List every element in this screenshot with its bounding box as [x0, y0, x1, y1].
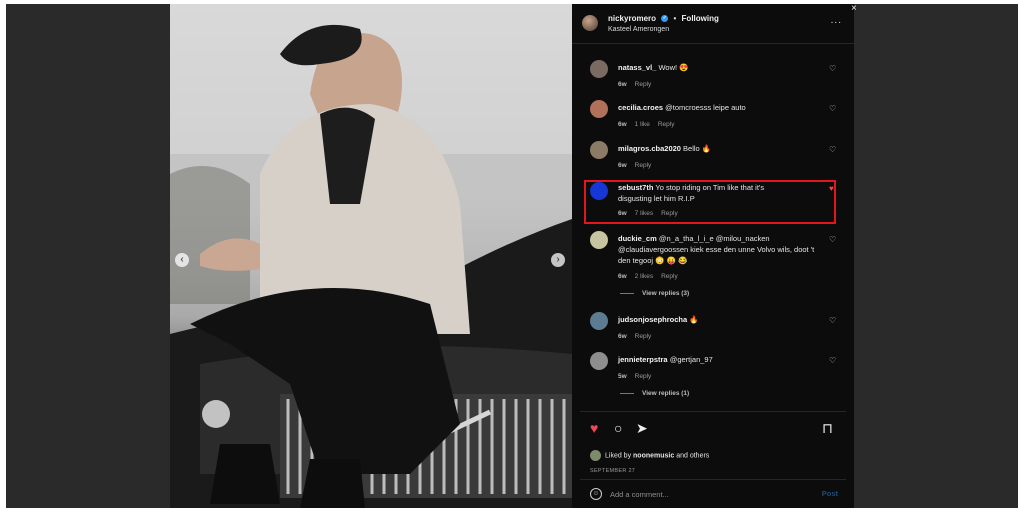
comment-text: cecilia.croes @tomcroesss leipe auto [618, 102, 818, 113]
post-location[interactable]: Kasteel Amerongen [608, 26, 669, 33]
commenter-avatar[interactable] [590, 312, 608, 330]
comment-body: @gertjan_97 [669, 355, 713, 364]
previous-photo-button[interactable]: ‹ [175, 253, 189, 267]
author-line: nickyromero ✓ • Following [608, 14, 719, 23]
heart-icon[interactable]: ♡ [829, 235, 836, 244]
more-icon[interactable]: ... [831, 15, 842, 26]
heart-icon[interactable]: ♡ [829, 356, 836, 365]
comment-age[interactable]: 6w [618, 81, 627, 88]
comment-meta: 6w 2 likes Reply [618, 273, 686, 280]
commenter-username[interactable]: duckie_cm [618, 234, 657, 243]
commenter-avatar[interactable] [590, 352, 608, 370]
post-actions: ♥ ○ ➤ ⊓ Liked by noonemusic and others S… [580, 411, 846, 477]
verified-icon: ✓ [661, 15, 669, 23]
comment-age[interactable]: 6w [618, 333, 627, 340]
comment-icon[interactable]: ○ [614, 420, 622, 436]
liked-by-prefix: Liked by [605, 452, 632, 460]
comment-text: duckie_cm @n_a_tha_l_i_e @milou_nacken @… [618, 233, 818, 266]
comment-text: natass_vl_ Wow! 😍 [618, 62, 818, 73]
comment-meta: 5w Reply [618, 373, 659, 380]
comment-age[interactable]: 6w [618, 273, 627, 280]
liked-by-user[interactable]: noonemusic [633, 452, 674, 459]
post-comment-button[interactable]: Post [822, 489, 838, 498]
post-date[interactable]: SEPTEMBER 27 [590, 468, 635, 474]
commenter-username[interactable]: jennieterpstra [618, 355, 668, 364]
comment-age[interactable]: 6w [618, 121, 627, 128]
post-photo[interactable]: ‹ › [170, 4, 572, 508]
reply-button[interactable]: Reply [635, 333, 652, 340]
author-username[interactable]: nickyromero [608, 14, 656, 23]
heart-icon[interactable]: ♡ [829, 104, 836, 113]
comment-like-count[interactable]: 2 likes [635, 273, 653, 280]
heart-icon[interactable]: ♡ [829, 145, 836, 154]
close-icon[interactable]: × [851, 3, 857, 14]
commenter-username[interactable]: milagros.cba2020 [618, 144, 681, 153]
comment-text: jennieterpstra @gertjan_97 [618, 354, 818, 365]
replies-divider [620, 392, 634, 394]
comment-text: judsonjosephrocha 🔥 [618, 314, 818, 325]
heart-icon[interactable]: ♡ [829, 64, 836, 73]
comment-age[interactable]: 6w [618, 162, 627, 169]
liked-by: Liked by noonemusic and others [590, 450, 709, 461]
view-replies-label[interactable]: View replies (3) [642, 290, 689, 297]
comment-like-count[interactable]: 1 like [635, 121, 650, 128]
comment-meta: 6w Reply [618, 162, 659, 169]
highlight-box [584, 180, 836, 224]
comment-body: @tomcroesss leipe auto [665, 103, 746, 112]
commenter-username[interactable]: natass_vl_ [618, 63, 656, 72]
reply-button[interactable]: Reply [661, 273, 678, 280]
heart-icon[interactable]: ♡ [829, 316, 836, 325]
view-replies-button[interactable]: View replies (1) [620, 390, 689, 397]
view-replies-label[interactable]: View replies (1) [642, 390, 689, 397]
liker-avatar[interactable] [590, 450, 601, 461]
commenter-avatar[interactable] [590, 141, 608, 159]
comment-box: ☺ Post [580, 479, 846, 508]
next-photo-button[interactable]: › [551, 253, 565, 267]
comment-body: Bello 🔥 [683, 144, 712, 153]
post-header: nickyromero ✓ • Following Kasteel Ameron… [572, 4, 854, 44]
comment-input[interactable] [610, 487, 800, 501]
view-replies-button[interactable]: View replies (3) [620, 290, 689, 297]
reply-button[interactable]: Reply [658, 121, 675, 128]
comment-text: milagros.cba2020 Bello 🔥 [618, 143, 818, 154]
heart-icon[interactable]: ♥ [590, 420, 598, 436]
comment-body: 🔥 [689, 315, 699, 324]
comment-meta: 6w 1 like Reply [618, 121, 682, 128]
commenter-avatar[interactable] [590, 231, 608, 249]
comment-age[interactable]: 5w [618, 373, 627, 380]
comment-meta: 6w Reply [618, 81, 659, 88]
author-avatar[interactable] [582, 15, 598, 31]
comment-meta: 6w Reply [618, 333, 659, 340]
reply-button[interactable]: Reply [635, 81, 652, 88]
photo-illustration [170, 24, 572, 508]
liked-by-suffix[interactable]: and others [676, 452, 709, 459]
commenter-username[interactable]: cecilia.croes [618, 103, 663, 112]
bookmark-icon[interactable]: ⊓ [822, 420, 833, 437]
commenter-username[interactable]: judsonjosephrocha [618, 315, 687, 324]
reply-button[interactable]: Reply [635, 162, 652, 169]
smiley-icon[interactable]: ☺ [590, 488, 602, 500]
comment-body: Wow! 😍 [658, 63, 689, 72]
comments-panel: nickyromero ✓ • Following Kasteel Ameron… [572, 4, 854, 508]
share-icon[interactable]: ➤ [636, 420, 648, 437]
separator-dot: • [673, 14, 677, 23]
comment-list[interactable]: natass_vl_ Wow! 😍 6w Reply ♡ cecilia.croe… [572, 46, 854, 408]
commenter-avatar[interactable] [590, 60, 608, 78]
replies-divider [620, 292, 634, 294]
following-button[interactable]: Following [682, 14, 719, 23]
commenter-avatar[interactable] [590, 100, 608, 118]
reply-button[interactable]: Reply [635, 373, 652, 380]
